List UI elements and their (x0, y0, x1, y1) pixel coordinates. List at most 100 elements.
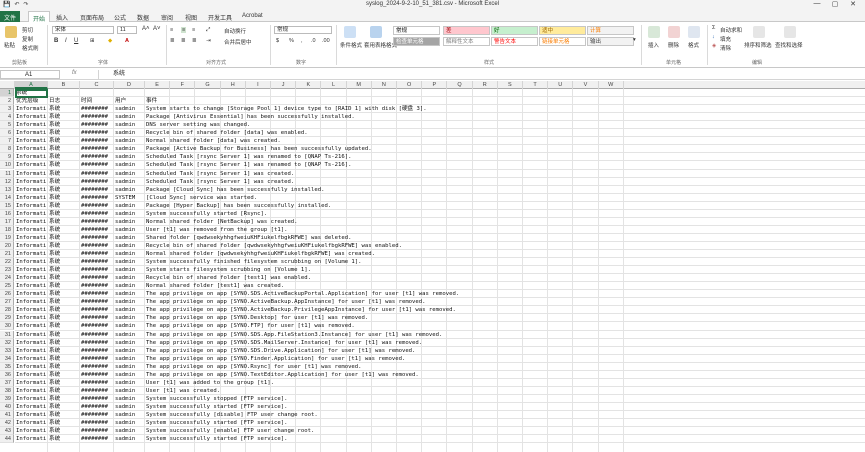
conditional-format-icon[interactable] (344, 26, 356, 38)
cell-a[interactable]: Informati (16, 306, 48, 314)
cell-a[interactable]: Informati (16, 153, 48, 161)
cell-d[interactable]: sadmin (115, 282, 145, 290)
cell-e[interactable]: Scheduled Task [rsync Server 1] was rena… (146, 153, 845, 161)
row-header[interactable]: 13 (0, 185, 14, 194)
cell-a[interactable]: Informati (16, 371, 48, 379)
font-size-select[interactable]: 11 (117, 26, 137, 34)
cell-d[interactable]: sadmin (115, 427, 145, 435)
cell-b[interactable]: 系统 (49, 411, 80, 419)
row-header[interactable]: 36 (0, 370, 14, 379)
align-center-icon[interactable]: ≣ (181, 38, 186, 44)
cell-style-option[interactable]: 解释性文本 (443, 37, 490, 46)
row-header[interactable]: 37 (0, 378, 14, 387)
cell-a[interactable]: Informati (16, 202, 48, 210)
cell-e[interactable]: System starts to change [Storage Pool 1]… (146, 105, 845, 113)
cell-e[interactable]: The app privilege on app [SYNO.Rsync] fo… (146, 363, 845, 371)
column-header-l[interactable]: L (321, 81, 347, 89)
cell-b[interactable]: 系统 (49, 306, 80, 314)
cell-c[interactable]: ######## (81, 314, 114, 322)
cell-b[interactable]: 系统 (49, 403, 80, 411)
indent-icon[interactable]: ⇥ (206, 38, 211, 44)
cell-d[interactable]: sadmin (115, 355, 145, 363)
row-header[interactable]: 29 (0, 314, 14, 323)
increase-decimal-icon[interactable]: .0 (311, 38, 316, 44)
cell-e[interactable]: Normal shared folder [test1] was created… (146, 282, 845, 290)
cell-c[interactable]: 时间 (81, 97, 114, 105)
cell-e[interactable]: System successfully [enable] FTP user ch… (146, 427, 845, 435)
cell-c[interactable]: ######## (81, 161, 114, 169)
cell-d[interactable]: sadmin (115, 161, 145, 169)
cell-style-option[interactable]: 常规 (393, 26, 440, 35)
increase-font-icon[interactable]: A˄ (142, 26, 150, 32)
cell-c[interactable]: ######## (81, 137, 114, 145)
cell-a[interactable]: Informati (16, 387, 48, 395)
name-box[interactable]: A1 (0, 70, 60, 79)
cell-b[interactable] (49, 89, 80, 97)
cell-e[interactable]: System successfully stopped [FTP service… (146, 395, 845, 403)
find-select-icon[interactable] (784, 26, 796, 38)
cell-e[interactable]: System successfully started [FTP service… (146, 403, 845, 411)
cell-d[interactable]: sadmin (115, 347, 145, 355)
cell-e[interactable]: Normal shared folder [NetBackup] was cre… (146, 218, 845, 226)
cell-a[interactable]: Informati (16, 266, 48, 274)
format-button[interactable]: 格式 (688, 41, 699, 49)
cell-a[interactable]: Informati (16, 226, 48, 234)
cell-b[interactable]: 系统 (49, 153, 80, 161)
cell-a[interactable]: Informati (16, 194, 48, 202)
align-bottom-icon[interactable]: ≡ (192, 27, 195, 33)
cell-e[interactable]: The app privilege on app [SYNO.Finder.Ap… (146, 355, 845, 363)
cell-c[interactable]: ######## (81, 427, 114, 435)
cell-a[interactable]: Informati (16, 178, 48, 186)
cell-c[interactable]: ######## (81, 298, 114, 306)
cell-e[interactable]: The app privilege on app [SYNO.SDS.Drive… (146, 347, 845, 355)
cell-b[interactable]: 系统 (49, 379, 80, 387)
row-header[interactable]: 44 (0, 435, 14, 444)
cell-d[interactable]: sadmin (115, 403, 145, 411)
cell-c[interactable]: ######## (81, 202, 114, 210)
cell-b[interactable]: 系统 (49, 258, 80, 266)
column-header-w[interactable]: W (599, 81, 624, 89)
align-top-icon[interactable]: ≡ (170, 27, 173, 33)
cell-a[interactable]: Informati (16, 419, 48, 427)
row-header[interactable]: 11 (0, 169, 14, 178)
paste-icon[interactable] (5, 26, 17, 38)
cell-c[interactable]: ######## (81, 435, 114, 443)
decrease-font-icon[interactable]: A˅ (153, 26, 161, 32)
cut-button[interactable]: 剪切 (22, 26, 33, 34)
cell-c[interactable]: ######## (81, 218, 114, 226)
tab-file[interactable]: 文件 (0, 11, 21, 22)
cell-e[interactable] (146, 89, 845, 97)
select-all-corner[interactable] (0, 81, 15, 89)
format-as-table-icon[interactable] (370, 26, 382, 38)
cell-d[interactable]: sadmin (115, 121, 145, 129)
cell-b[interactable]: 系统 (49, 427, 80, 435)
row-header[interactable]: 28 (0, 306, 14, 315)
cell-c[interactable]: ######## (81, 258, 114, 266)
cell-c[interactable]: ######## (81, 113, 114, 121)
cell-e[interactable]: Recycle bin of shared folder [data] was … (146, 129, 845, 137)
cell-d[interactable]: sadmin (115, 210, 145, 218)
cell-b[interactable]: 系统 (49, 387, 80, 395)
cell-style-option[interactable]: 警告文本 (491, 37, 538, 46)
cell-e[interactable]: Package [Hyper Backup] has been successf… (146, 202, 845, 210)
cell-c[interactable]: ######## (81, 242, 114, 250)
cell-a[interactable]: Informati (16, 290, 48, 298)
cell-d[interactable]: sadmin (115, 242, 145, 250)
tab-formulas[interactable]: 公式 (114, 13, 126, 22)
cell-b[interactable]: 系统 (49, 282, 80, 290)
cell-a[interactable]: Informati (16, 355, 48, 363)
column-header-t[interactable]: T (523, 81, 549, 89)
formula-input[interactable]: 系统 (98, 70, 865, 79)
cell-e[interactable]: Scheduled Task [rsync Server 1] was rena… (146, 161, 845, 169)
cell-b[interactable]: 系统 (49, 129, 80, 137)
clear-icon[interactable]: ◈ (712, 43, 716, 49)
orientation-icon[interactable]: ⤢ (206, 27, 210, 34)
cell-c[interactable]: ######## (81, 419, 114, 427)
cell-e[interactable]: Package [Antivirus Essential] has been s… (146, 113, 845, 121)
row-header[interactable]: 40 (0, 402, 14, 411)
column-header-b[interactable]: B (48, 81, 80, 89)
row-header[interactable]: 39 (0, 394, 14, 403)
cell-c[interactable]: ######## (81, 387, 114, 395)
column-header-p[interactable]: P (422, 81, 448, 89)
row-header[interactable]: 23 (0, 266, 14, 275)
